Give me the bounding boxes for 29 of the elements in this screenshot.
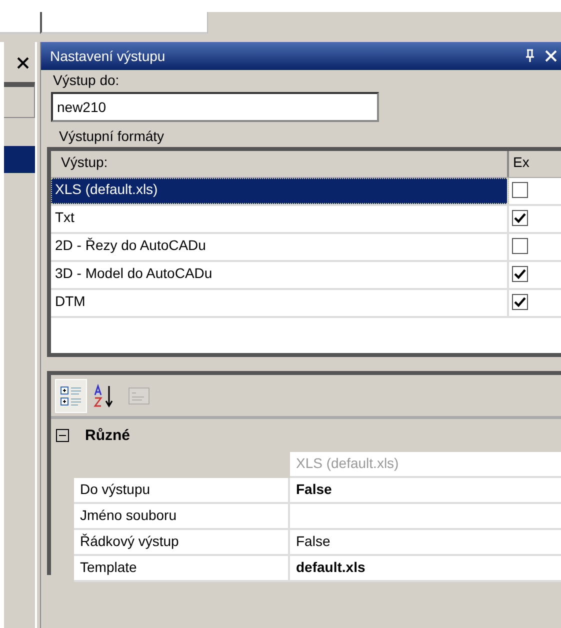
group-label: Výstupní formáty: [59, 128, 164, 144]
checkbox[interactable]: [512, 266, 528, 282]
list-item[interactable]: Txt: [51, 206, 509, 232]
property-value[interactable]: default.xls: [290, 556, 561, 582]
list-item[interactable]: 3D - Model do AutoCADu: [51, 262, 509, 288]
list-item[interactable]: XLS (default.xls): [51, 178, 509, 204]
property-value[interactable]: False: [290, 530, 561, 556]
column-header[interactable]: Ex: [509, 151, 530, 177]
output-label: Výstup do:: [53, 72, 120, 88]
property-name[interactable]: Jméno souboru: [74, 504, 290, 530]
checkbox[interactable]: [512, 210, 528, 226]
list-item[interactable]: DTM: [51, 290, 509, 316]
side-tab-strip: [4, 82, 36, 118]
categorized-button[interactable]: [55, 379, 87, 413]
checkbox[interactable]: [512, 238, 528, 254]
list-item[interactable]: 2D - Řezy do AutoCADu: [51, 234, 509, 260]
category-label: Různé: [85, 427, 130, 444]
checkbox[interactable]: [512, 294, 528, 310]
pin-icon[interactable]: [525, 49, 535, 63]
property-name[interactable]: Řádkový výstup: [74, 530, 290, 556]
collapse-icon[interactable]: [56, 429, 69, 442]
close-icon[interactable]: [16, 56, 30, 70]
checkbox[interactable]: [512, 182, 528, 198]
property-name[interactable]: Template: [74, 556, 290, 582]
panel-title: Nastavení výstupu: [50, 48, 166, 64]
object-name: XLS (default.xls): [290, 452, 561, 478]
property-value[interactable]: False: [290, 478, 561, 504]
output-field[interactable]: new210: [51, 92, 379, 122]
property-name[interactable]: Do výstupu: [74, 478, 290, 504]
